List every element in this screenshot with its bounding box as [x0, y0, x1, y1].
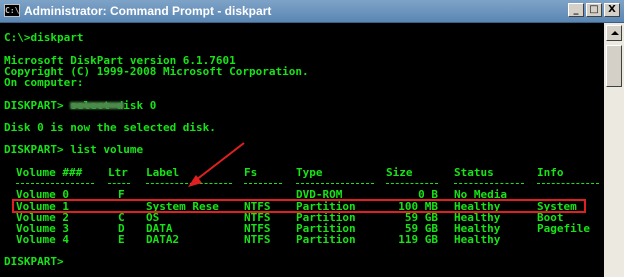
maximize-button[interactable]: □	[586, 3, 602, 17]
window-controls: _ □ X	[568, 3, 620, 17]
scroll-up-arrow-icon	[611, 31, 619, 35]
annotation-arrow	[188, 142, 245, 187]
scroll-thumb[interactable]	[606, 45, 622, 87]
scroll-up-button[interactable]	[606, 25, 622, 41]
console-output[interactable]: C:\>diskpart Microsoft DiskPart version …	[0, 23, 604, 277]
vertical-scrollbar[interactable]	[604, 23, 624, 277]
console-app-icon: C:\	[4, 4, 20, 17]
close-button[interactable]: X	[604, 3, 620, 17]
minimize-button[interactable]: _	[568, 3, 584, 17]
title-bar[interactable]: C:\ Administrator: Command Prompt - disk…	[0, 0, 624, 23]
window-title: Administrator: Command Prompt - diskpart	[24, 4, 272, 18]
